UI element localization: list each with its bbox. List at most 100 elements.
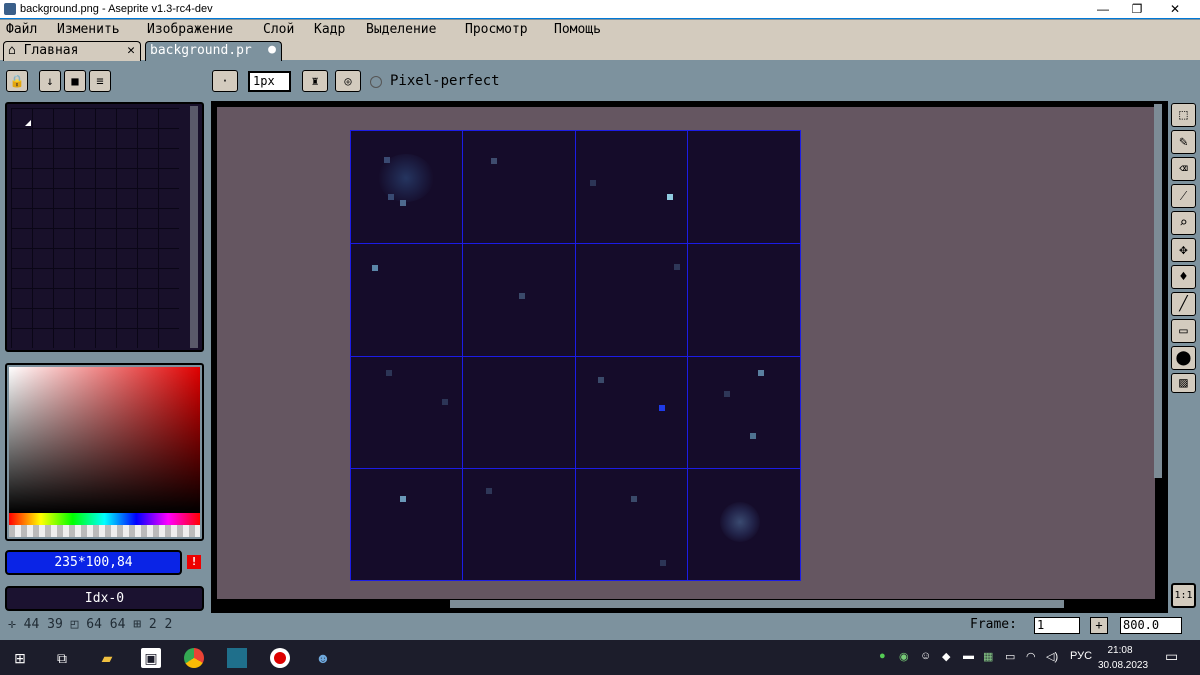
grid-icon: ⊞ [133,617,142,632]
sort-down-icon[interactable]: ↓ [39,70,61,92]
home-icon: ⌂ [8,43,16,58]
menu-help[interactable]: Помощь [554,22,601,37]
tray-app-icon[interactable]: ● [879,650,886,662]
lock-icon[interactable]: 🔒 [6,70,28,92]
brush-type-button[interactable]: · [212,70,238,92]
nebula-glow [720,502,760,542]
selected-color-marker [25,120,31,126]
app-icon[interactable] [227,648,247,668]
aseprite-taskbar-icon[interactable]: ▣ [141,648,161,668]
chrome-icon[interactable] [184,648,204,668]
clock[interactable]: 21:08 30.08.2023 [1098,643,1149,673]
palette-scrollbar[interactable] [190,106,198,348]
menu-select[interactable]: Выделение [366,22,436,37]
star [598,377,604,383]
size-icon: ◰ [70,617,79,632]
palette-grid[interactable] [11,108,179,348]
alpha-slider[interactable] [9,525,200,537]
pixel-perfect-label: Pixel-perfect [390,73,500,89]
star [384,157,390,163]
battery-icon[interactable]: ▭ [1005,650,1015,663]
blur-tool-icon[interactable]: ▨ [1171,373,1196,393]
star [388,194,394,200]
star [386,370,392,376]
marquee-tool-icon[interactable]: ⬚ [1171,103,1196,127]
grid-line [350,356,801,357]
clock-date: 30.08.2023 [1098,660,1149,671]
hue-slider[interactable] [9,513,200,525]
tab-file-label: background.pr [150,43,252,58]
sprite-canvas[interactable] [350,130,801,581]
notification-icon[interactable]: ▭ [1165,648,1178,665]
background-color-field[interactable]: Idx-0 [5,586,204,611]
rectangle-tool-icon[interactable]: ▭ [1171,319,1196,343]
menu-edit[interactable]: Изменить [57,22,120,37]
move-tool-icon[interactable]: ✥ [1171,238,1196,262]
palette-preset-icon[interactable]: ■ [64,70,86,92]
menu-view[interactable]: Просмотр [465,22,528,37]
star [758,370,764,376]
volume-icon[interactable]: ◁) [1046,650,1058,663]
add-frame-button[interactable]: + [1090,617,1108,634]
saturation-value-area[interactable] [9,367,200,513]
windows-taskbar: ⊞ ⧉ ▰ ▣ ☻ ● ◉ ☺ ◆ ▬ ▦ ▭ ◠ ◁) РУС 21:08 3… [0,640,1200,675]
menu-layer[interactable]: Слой [263,22,294,37]
ink-icon[interactable]: ♜ [302,70,328,92]
tray-app-icon[interactable]: ▬ [963,650,974,662]
star [750,433,756,439]
palette-menu-icon[interactable]: ≡ [89,70,111,92]
tool-bar: ⬚ ✎ ⌫ ⁄ ⌕ ✥ ♦ ╱ ▭ ⬤ ▨ [1170,101,1197,393]
menu-file[interactable]: Файл [6,22,37,37]
eyedropper-tool-icon[interactable]: ⁄ [1171,184,1196,208]
star [442,399,448,405]
color-palette[interactable] [5,102,204,352]
tray-app-icon[interactable]: ◉ [899,650,909,663]
grid-size: 2 2 [148,617,173,632]
cursor-position: 44 39 [23,617,63,632]
grid-line [350,243,801,244]
menu-frame[interactable]: Кадр [314,22,345,37]
star [400,200,406,206]
godot-icon[interactable]: ☻ [313,648,333,668]
zoom-input[interactable]: 800.0 [1120,617,1182,634]
pixel-check-icon[interactable]: ◎ [335,70,361,92]
zoom-reset-button[interactable]: 1:1 [1171,583,1196,608]
tray-app-icon[interactable]: ◆ [942,650,950,663]
tab-close-icon[interactable]: ✕ [127,43,135,58]
tray-app-icon[interactable]: ▦ [983,650,993,663]
language-indicator[interactable]: РУС [1070,650,1092,662]
foreground-color-field[interactable]: 235*100,84 [5,550,182,575]
warning-icon[interactable]: ! [187,555,201,569]
frame-input[interactable]: 1 [1034,617,1080,634]
close-button[interactable]: ✕ [1152,0,1198,19]
unsaved-dot-icon[interactable]: ● [268,42,276,57]
color-picker[interactable] [5,363,204,541]
windows-start-icon[interactable]: ⊞ [10,648,30,668]
zoom-tool-icon[interactable]: ⌕ [1171,211,1196,235]
star [590,180,596,186]
fill-tool-icon[interactable]: ♦ [1171,265,1196,289]
menu-image[interactable]: Изображение [147,22,233,37]
line-tool-icon[interactable]: ╱ [1171,292,1196,316]
star [491,158,497,164]
tab-home[interactable]: ⌂ Главная ✕ [3,41,141,61]
star [667,194,673,200]
clock-time: 21:08 [1107,645,1133,656]
file-explorer-icon[interactable]: ▰ [97,648,117,668]
grid-line [350,468,801,469]
network-icon[interactable]: ◠ [1026,650,1036,663]
task-view-icon[interactable]: ⧉ [52,648,72,668]
brush-size-field[interactable]: 1px [248,71,291,92]
star [724,391,730,397]
pixel-perfect-checkbox[interactable] [370,76,382,88]
horizontal-scrollbar[interactable] [450,600,1064,608]
discord-icon[interactable]: ☺ [920,650,931,662]
pencil-tool-icon[interactable]: ✎ [1171,130,1196,154]
contour-tool-icon[interactable]: ⬤ [1171,346,1196,370]
record-icon[interactable] [270,648,290,668]
star [660,560,666,566]
eraser-tool-icon[interactable]: ⌫ [1171,157,1196,181]
tab-file[interactable]: background.pr ● [145,41,282,61]
frame-label: Frame: [970,617,1017,632]
vertical-scrollbar[interactable] [1154,104,1162,478]
